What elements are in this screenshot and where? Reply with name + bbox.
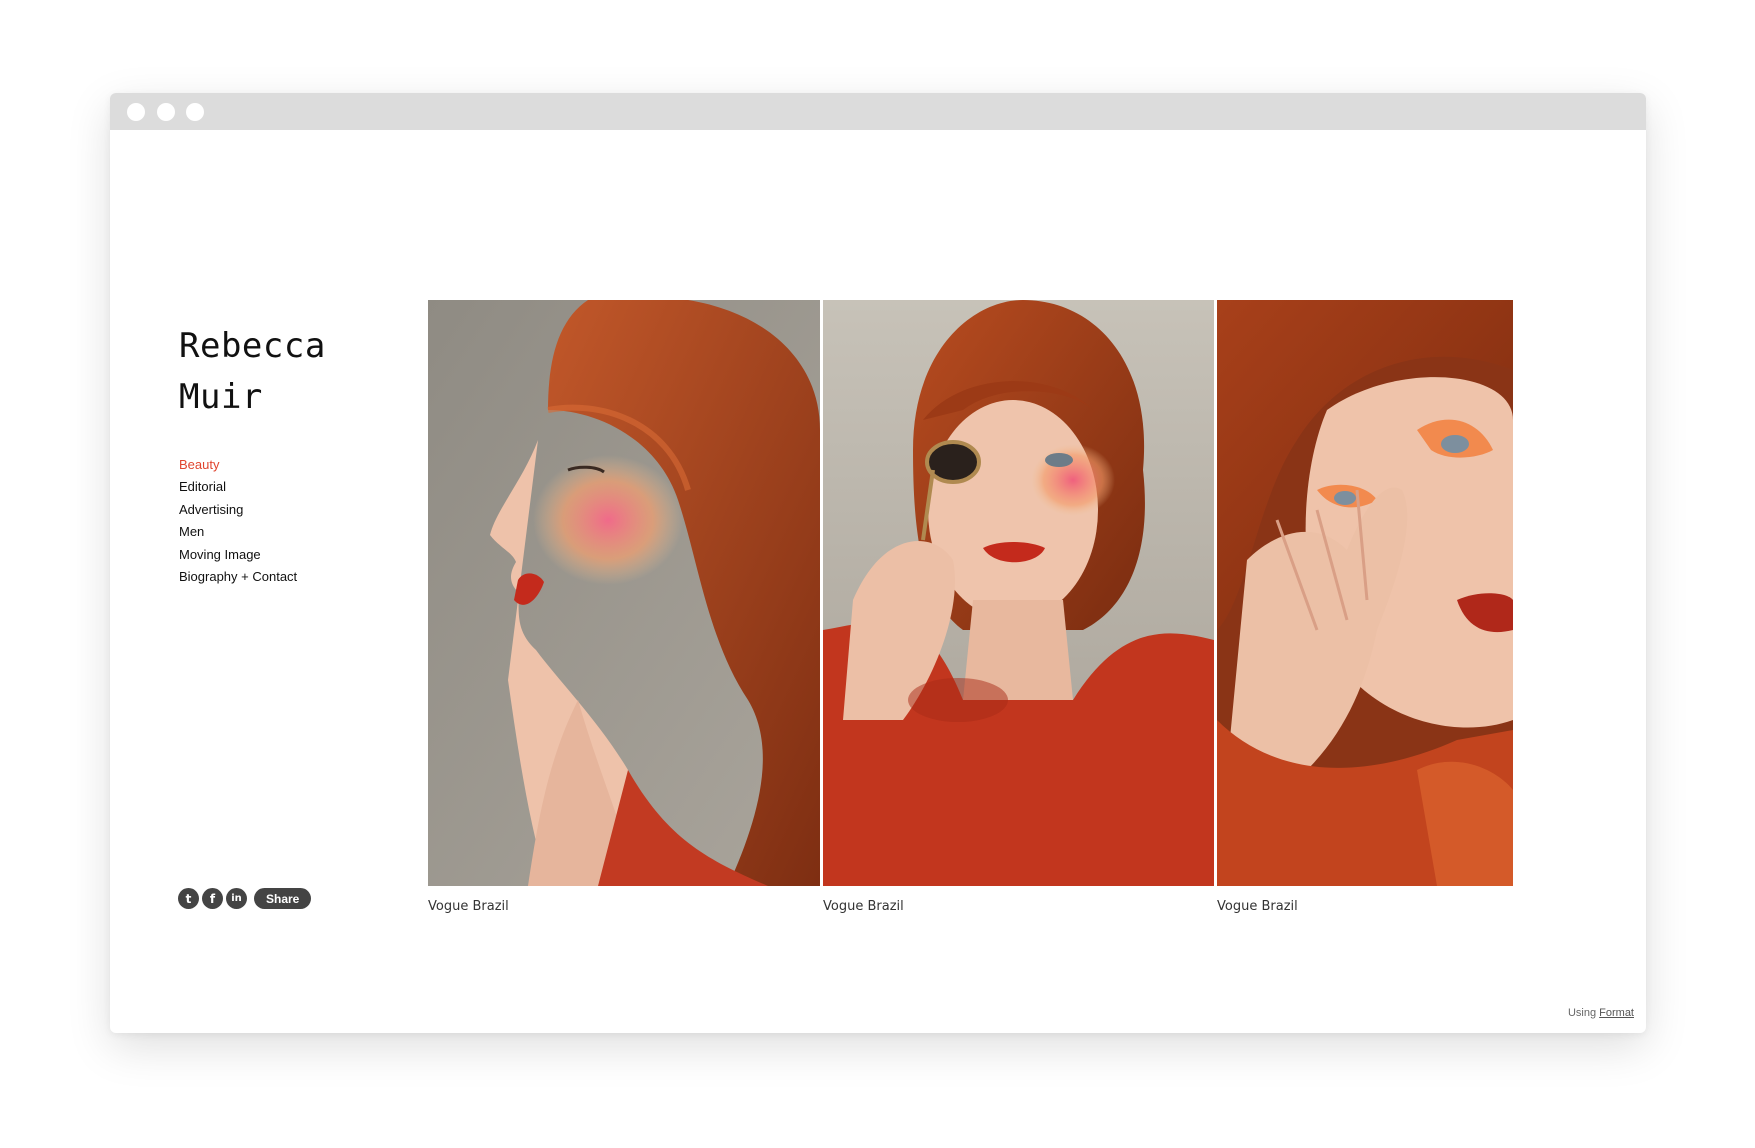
photo-caption-3: Vogue Brazil: [1217, 899, 1298, 914]
main-nav: Beauty Editorial Advertising Men Moving …: [179, 454, 297, 588]
share-button[interactable]: Share: [254, 888, 312, 909]
twitter-icon[interactable]: t: [178, 888, 199, 909]
nav-item-biography-contact[interactable]: Biography + Contact: [179, 566, 297, 588]
linkedin-icon[interactable]: in: [226, 888, 247, 909]
portrait-hand-image: [1217, 300, 1513, 886]
browser-titlebar: [110, 93, 1646, 130]
nav-item-beauty[interactable]: Beauty: [179, 454, 297, 476]
social-links: t f in Share: [178, 888, 312, 909]
footer-credit: Using Format: [1568, 1007, 1634, 1019]
photo-caption-1: Vogue Brazil: [428, 899, 509, 914]
nav-item-editorial[interactable]: Editorial: [179, 476, 297, 498]
site-title[interactable]: Rebecca Muir: [179, 321, 326, 423]
window-minimize-dot[interactable]: [157, 103, 175, 121]
facebook-icon[interactable]: f: [202, 888, 223, 909]
site-title-line1: Rebecca: [179, 326, 326, 366]
window-maximize-dot[interactable]: [186, 103, 204, 121]
photo-caption-2: Vogue Brazil: [823, 899, 904, 914]
portrait-mirror-image: [823, 300, 1214, 886]
window-close-dot[interactable]: [127, 103, 145, 121]
nav-item-men[interactable]: Men: [179, 521, 297, 543]
gallery-photo-2[interactable]: [823, 300, 1214, 886]
nav-item-advertising[interactable]: Advertising: [179, 499, 297, 521]
gallery-photo-1[interactable]: [428, 300, 820, 886]
gallery-photo-3[interactable]: [1217, 300, 1513, 886]
site-title-line2: Muir: [179, 377, 263, 417]
nav-item-moving-image[interactable]: Moving Image: [179, 544, 297, 566]
portrait-profile-image: [428, 300, 820, 886]
format-link[interactable]: Format: [1599, 1007, 1634, 1019]
browser-window: Rebecca Muir Beauty Editorial Advertisin…: [110, 93, 1646, 1033]
footer-using-text: Using: [1567, 1007, 1597, 1019]
